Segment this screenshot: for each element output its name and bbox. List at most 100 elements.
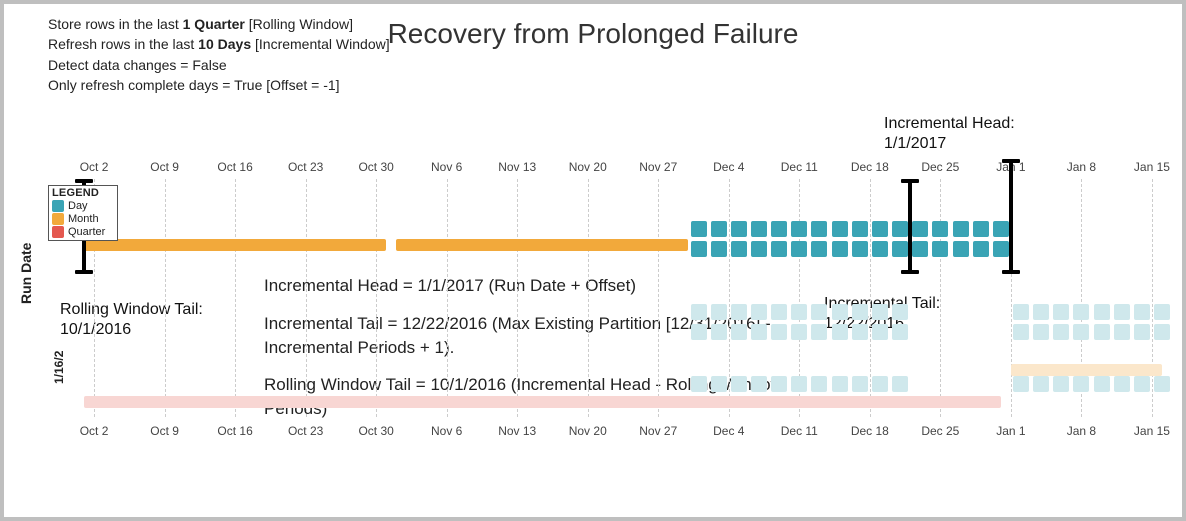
legend-swatch	[52, 213, 64, 225]
day-cell-faded	[791, 304, 807, 320]
day-cell-faded	[731, 304, 747, 320]
day-cell-faded	[832, 376, 848, 392]
x-tick: Dec 4	[713, 424, 744, 438]
day-cell-faded	[791, 324, 807, 340]
day-cell-faded	[1094, 324, 1110, 340]
x-tick: Nov 6	[431, 424, 462, 438]
x-tick: Dec 25	[921, 424, 959, 438]
day-cell-faded	[892, 324, 908, 340]
legend-label: Quarter	[68, 226, 105, 238]
page-title: Recovery from Prolonged Failure	[4, 18, 1182, 50]
day-cell-faded	[1053, 376, 1069, 392]
day-cell	[711, 221, 727, 237]
day-cell-faded	[751, 304, 767, 320]
timeline-focus-run	[84, 179, 1162, 264]
legend-item: Month	[52, 213, 114, 225]
day-cell	[932, 241, 948, 257]
day-cell	[731, 221, 747, 237]
day-cell-faded	[771, 324, 787, 340]
quarter-bar-faded	[84, 396, 1001, 408]
x-tick: Dec 25	[921, 160, 959, 174]
y-axis-tick: 1/16/2	[52, 351, 66, 384]
x-tick: Oct 9	[150, 424, 179, 438]
marker-incremental-tail	[908, 179, 912, 274]
x-tick: Oct 23	[288, 160, 323, 174]
day-cell	[811, 241, 827, 257]
day-cell-faded	[892, 376, 908, 392]
day-cell	[892, 241, 908, 257]
day-cell	[852, 241, 868, 257]
x-tick: Oct 2	[80, 424, 109, 438]
day-cell-faded	[832, 324, 848, 340]
day-cell-faded	[832, 304, 848, 320]
day-cell	[872, 221, 888, 237]
day-cell-faded	[1073, 324, 1089, 340]
day-cell	[771, 241, 787, 257]
chart-frame: Store rows in the last 1 Quarter [Rollin…	[0, 0, 1186, 521]
x-tick: Dec 18	[851, 160, 889, 174]
day-cell-faded	[872, 376, 888, 392]
legend-swatch	[52, 226, 64, 238]
day-cell	[811, 221, 827, 237]
day-cell-faded	[1053, 324, 1069, 340]
legend-swatch	[52, 200, 64, 212]
x-tick: Oct 23	[288, 424, 323, 438]
x-tick: Oct 16	[217, 424, 252, 438]
day-cell	[711, 241, 727, 257]
legend-item: Quarter	[52, 226, 114, 238]
day-cell-faded	[811, 324, 827, 340]
x-tick: Dec 11	[781, 424, 818, 438]
day-cell-faded	[872, 324, 888, 340]
legend-header: LEGEND	[52, 187, 114, 199]
day-cell	[832, 221, 848, 237]
day-cell-faded	[771, 304, 787, 320]
legend-label: Day	[68, 200, 88, 212]
day-cell-faded	[751, 376, 767, 392]
day-cell	[912, 221, 928, 237]
day-cell-faded	[852, 304, 868, 320]
x-tick: Dec 11	[781, 160, 818, 174]
legend-label: Month	[68, 213, 99, 225]
day-cell	[993, 221, 1009, 237]
x-tick: Jan 15	[1134, 424, 1170, 438]
annotation-incremental-head: Incremental Head: 1/1/2017	[884, 114, 1015, 154]
day-cell-faded	[711, 304, 727, 320]
x-tick: Jan 8	[1067, 424, 1096, 438]
x-tick: Oct 30	[358, 424, 393, 438]
day-cell	[691, 221, 707, 237]
day-cell-faded	[771, 376, 787, 392]
x-tick: Nov 27	[639, 160, 677, 174]
day-cell-faded	[691, 324, 707, 340]
day-cell	[872, 241, 888, 257]
marker-incremental-head	[1009, 159, 1013, 274]
x-tick: Dec 4	[713, 160, 744, 174]
x-tick: Oct 30	[358, 160, 393, 174]
x-tick: Oct 9	[150, 160, 179, 174]
day-cell-faded	[1114, 304, 1130, 320]
x-tick: Dec 18	[851, 424, 889, 438]
x-tick: Nov 6	[431, 160, 462, 174]
x-tick: Jan 1	[996, 424, 1025, 438]
month-bar	[396, 239, 688, 251]
day-cell	[852, 221, 868, 237]
day-cell-faded	[711, 324, 727, 340]
day-cell-faded	[1154, 376, 1170, 392]
day-cell-faded	[731, 324, 747, 340]
month-bar-faded	[1011, 364, 1162, 376]
day-cell-faded	[731, 376, 747, 392]
x-tick: Oct 2	[80, 160, 109, 174]
x-tick: Nov 27	[639, 424, 677, 438]
day-cell	[791, 241, 807, 257]
day-cell-faded	[1154, 304, 1170, 320]
month-bar	[84, 239, 386, 251]
day-cell-faded	[1114, 324, 1130, 340]
day-cell-faded	[1033, 324, 1049, 340]
day-cell-faded	[1134, 376, 1150, 392]
day-cell	[993, 241, 1009, 257]
day-cell-faded	[1094, 304, 1110, 320]
day-cell-faded	[1073, 304, 1089, 320]
day-cell-faded	[1013, 324, 1029, 340]
day-cell-faded	[691, 304, 707, 320]
day-cell-faded	[1033, 304, 1049, 320]
day-cell-faded	[852, 324, 868, 340]
